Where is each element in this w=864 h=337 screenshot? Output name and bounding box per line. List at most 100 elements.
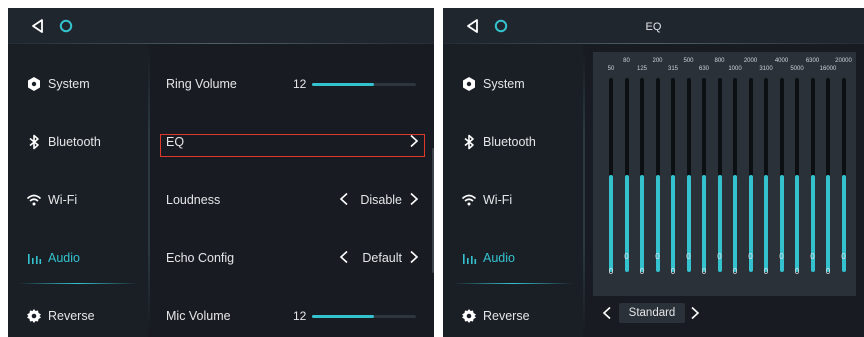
bluetooth-icon (29, 134, 39, 150)
eq-frequency-label: 200 (652, 58, 663, 64)
eq-band-slider[interactable] (655, 78, 660, 272)
eq-band-fill (795, 175, 799, 272)
eq-band-value: 0 (732, 267, 738, 276)
home-circle-icon[interactable] (59, 19, 73, 33)
eq-band-value: 0 (779, 252, 784, 261)
eq-band-value: 0 (670, 267, 676, 276)
eq-band-value: 0 (701, 267, 707, 276)
eq-band-slider[interactable] (702, 78, 706, 272)
sidebar-item-label: Wi-Fi (483, 193, 513, 207)
eq-band-slider[interactable] (841, 78, 846, 272)
chevron-left-icon[interactable] (338, 250, 350, 264)
ring-volume-row[interactable]: Ring Volume 12 (150, 54, 434, 112)
eq-frequency-label: 125 (636, 66, 647, 72)
echo-config-value: Default (362, 251, 402, 265)
mic-volume-slider[interactable] (312, 315, 416, 318)
eq-preset-value: Standard (628, 307, 676, 319)
eq-band-slider[interactable] (624, 78, 629, 272)
sidebar: System Bluetooth Wi-Fi Audio Reverse (8, 44, 148, 337)
sidebar-item-label: System (48, 77, 90, 91)
chevron-right-icon[interactable] (408, 192, 420, 206)
eq-band-value: 0 (686, 252, 691, 261)
audio-settings-list: Ring Volume 12 EQ Loudness Disable Echo … (150, 44, 434, 337)
sidebar-item-bluetooth[interactable]: Bluetooth (443, 112, 583, 170)
sidebar-item-label: Reverse (483, 309, 530, 323)
eq-band-slider[interactable] (779, 78, 784, 272)
equalizer-icon (28, 254, 42, 264)
echo-config-row[interactable]: Echo Config Default (150, 228, 434, 286)
loudness-label: Loudness (166, 193, 221, 207)
mic-volume-row[interactable]: Mic Volume 12 (150, 286, 434, 337)
chevron-left-icon[interactable] (338, 192, 350, 206)
mic-volume-value: 12 (293, 309, 307, 323)
equalizer-panel: 50 0 80 0 125 0 200 0 315 0 500 0 630 0 800 0 1000 0 2000 0… (593, 52, 856, 296)
sidebar-divider (583, 48, 585, 333)
eq-screen: EQ System Bluetooth Wi-Fi Audio Reverse … (443, 8, 864, 337)
ring-volume-slider[interactable] (312, 83, 416, 86)
eq-band-slider[interactable] (640, 78, 644, 272)
eq-band-slider[interactable] (810, 78, 815, 272)
equalizer-icon (463, 254, 477, 264)
sidebar-item-audio[interactable]: Audio (8, 228, 148, 286)
eq-band-slider[interactable] (795, 78, 799, 272)
eq-band-slider[interactable] (748, 78, 753, 272)
bluetooth-icon (464, 134, 474, 150)
eq-band-slider[interactable] (733, 78, 737, 272)
hexagon-icon (28, 77, 40, 91)
eq-band-value: 0 (794, 267, 800, 276)
eq-band-value: 0 (717, 252, 722, 261)
eq-band-value: 0 (655, 252, 660, 261)
eq-preset-box[interactable]: Standard (619, 303, 685, 323)
sidebar-item-label: Bluetooth (48, 135, 101, 149)
eq-band-slider[interactable] (671, 78, 675, 272)
gear-icon (27, 309, 41, 323)
sidebar-item-system[interactable]: System (443, 54, 583, 112)
eq-band-fill (733, 175, 737, 272)
sidebar: System Bluetooth Wi-Fi Audio Reverse (443, 44, 583, 337)
eq-frequency-label: 16000 (819, 66, 837, 72)
eq-frequency-label: 80 (623, 58, 630, 64)
loudness-row[interactable]: Loudness Disable (150, 170, 434, 228)
eq-band-slider[interactable] (686, 78, 691, 272)
wifi-icon (26, 194, 42, 206)
sidebar-item-label: Audio (48, 251, 80, 265)
eq-frequency-label: 800 (714, 58, 725, 64)
ring-volume-slider-fill (312, 83, 375, 86)
sidebar-item-reverse[interactable]: Reverse (8, 286, 148, 337)
sidebar-item-bluetooth[interactable]: Bluetooth (8, 112, 148, 170)
eq-band-slider[interactable] (826, 78, 830, 272)
eq-frequency-label: 6300 (805, 58, 820, 64)
eq-frequency-label: 315 (667, 66, 678, 72)
chevron-left-icon[interactable] (601, 306, 613, 320)
eq-frequency-label: 50 (607, 66, 615, 72)
sidebar-item-reverse[interactable]: Reverse (443, 286, 583, 337)
sidebar-item-label: System (483, 77, 525, 91)
eq-label: EQ (166, 135, 185, 149)
sidebar-item-wifi[interactable]: Wi-Fi (443, 170, 583, 228)
eq-band-fill (764, 175, 768, 272)
back-icon[interactable] (30, 18, 46, 34)
eq-band-value: 0 (748, 252, 753, 261)
chevron-right-icon[interactable] (689, 306, 701, 320)
eq-frequency-label: 5000 (790, 66, 804, 72)
sidebar-item-audio[interactable]: Audio (443, 228, 583, 286)
eq-frequency-label: 4000 (774, 58, 789, 64)
chevron-right-icon (410, 134, 419, 148)
eq-band-fill (609, 175, 613, 272)
scrollbar[interactable] (432, 148, 434, 273)
eq-band-value: 0 (608, 267, 614, 276)
eq-selection-highlight (160, 134, 425, 157)
eq-band-slider[interactable] (609, 78, 613, 272)
eq-band-value: 0 (639, 267, 645, 276)
sidebar-item-wifi[interactable]: Wi-Fi (8, 170, 148, 228)
sidebar-item-label: Wi-Fi (48, 193, 78, 207)
eq-band-value: 0 (763, 267, 769, 276)
echo-config-label: Echo Config (166, 251, 235, 265)
eq-band-slider[interactable] (764, 78, 768, 272)
eq-row[interactable]: EQ (150, 112, 434, 170)
chevron-right-icon[interactable] (408, 250, 420, 264)
eq-band-slider[interactable] (717, 78, 722, 272)
sidebar-item-system[interactable]: System (8, 54, 148, 112)
eq-band-fill (671, 175, 675, 272)
eq-band-fill (702, 175, 706, 272)
